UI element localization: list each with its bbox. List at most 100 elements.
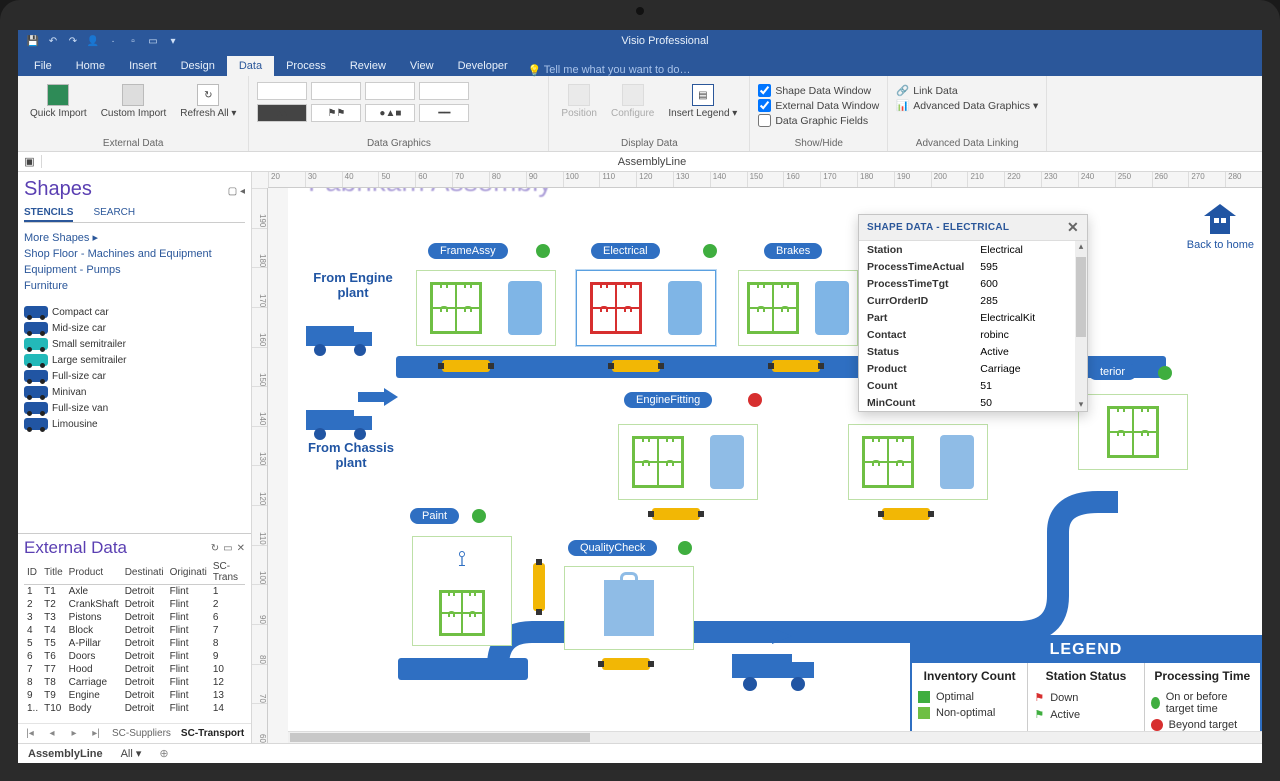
qat-save-icon[interactable]: 💾 — [26, 34, 40, 48]
station-box[interactable] — [848, 424, 988, 500]
table-row[interactable]: 2T2CrankShaftDetroitFlint2 — [24, 598, 245, 611]
shape-data-table[interactable]: StationElectricalProcessTimeActual595Pro… — [859, 241, 1075, 411]
stencil-more-shapes[interactable]: More Shapes ▸ — [24, 229, 245, 246]
station-caption-electrical[interactable]: Electrical — [591, 243, 660, 259]
shape-data-row[interactable]: CurrOrderID285 — [859, 292, 1075, 309]
shape-data-row[interactable]: ProcessTimeTgt600 — [859, 275, 1075, 292]
tab-process[interactable]: Process — [274, 56, 338, 76]
chk-external-data-window[interactable]: External Data Window — [758, 99, 879, 112]
shape-minivan[interactable]: Minivan — [24, 386, 132, 398]
station-paint[interactable]: ⟟ — [412, 536, 512, 646]
qat-undo-icon[interactable]: ↶ — [46, 34, 60, 48]
sheet-nav-last[interactable]: ▸| — [90, 728, 102, 739]
station-brakes[interactable] — [738, 270, 858, 346]
shape-data-row[interactable]: ProcessTimeActual595 — [859, 258, 1075, 275]
station-caption-paint[interactable]: Paint — [410, 508, 459, 524]
table-row[interactable]: 9T9EngineDetroitFlint13 — [24, 689, 245, 702]
link-data-button[interactable]: 🔗 Link Data — [896, 84, 1038, 97]
qat-new-icon[interactable]: ▫ — [126, 34, 140, 48]
ext-data-refresh-icon[interactable]: ↻ — [211, 543, 219, 554]
station-caption-qualitycheck[interactable]: QualityCheck — [568, 540, 657, 556]
insert-legend-button[interactable]: ▤Insert Legend ▾ — [664, 82, 741, 121]
shapes-tab-search[interactable]: SEARCH — [93, 205, 135, 222]
close-icon[interactable]: ✕ — [1067, 219, 1079, 236]
chk-shape-data-window[interactable]: Shape Data Window — [758, 84, 879, 97]
scroll-thumb[interactable] — [1076, 257, 1086, 337]
chk-data-graphic-fields[interactable]: Data Graphic Fields — [758, 114, 879, 127]
table-row[interactable]: 3T3PistonsDetroitFlint6 — [24, 611, 245, 624]
table-row[interactable]: 5T5A-PillarDetroitFlint8 — [24, 637, 245, 650]
shape-large-semitrailer[interactable]: Large semitrailer — [24, 354, 132, 366]
scroll-thumb[interactable] — [290, 733, 590, 742]
stencil-furniture[interactable]: Furniture — [24, 278, 245, 294]
scrollbar-vertical[interactable]: ▴ ▾ — [1075, 241, 1087, 411]
shapes-pane-collapse-icon[interactable]: ▢ ◂ — [228, 186, 245, 197]
data-graphic-gallery[interactable]: ▴▴⚑⚑●▲■━━ — [257, 82, 497, 122]
table-row[interactable]: 8T8CarriageDetroitFlint12 — [24, 676, 245, 689]
scroll-up-icon[interactable]: ▴ — [1075, 241, 1087, 253]
external-data-table[interactable]: IDTitleProductDestinatiOriginatiSC-Trans… — [24, 560, 245, 715]
station-caption-brakes[interactable]: Brakes — [764, 243, 822, 259]
custom-import-button[interactable]: Custom Import — [97, 82, 171, 121]
sheet-sc-transport[interactable]: SC-Transport — [181, 728, 244, 739]
qat-open-icon[interactable]: ▭ — [146, 34, 160, 48]
shape-data-row[interactable]: MinCount50 — [859, 394, 1075, 411]
add-page-icon[interactable]: ⊕ — [159, 747, 168, 760]
shape-limousine[interactable]: Limousine — [24, 418, 132, 430]
shape-data-row[interactable]: Contactrobinc — [859, 326, 1075, 343]
station-qualitycheck[interactable] — [564, 566, 694, 650]
shape-data-window[interactable]: SHAPE DATA - ELECTRICAL✕ StationElectric… — [858, 214, 1088, 412]
shape-data-row[interactable]: PartElectricalKit — [859, 309, 1075, 326]
advanced-data-graphics-button[interactable]: 📊 Advanced Data Graphics ▾ — [896, 99, 1038, 112]
table-row[interactable]: 1T1AxleDetroitFlint1 — [24, 585, 245, 599]
shape-data-row[interactable]: StatusActive — [859, 343, 1075, 360]
scrollbar-horizontal[interactable] — [288, 731, 1262, 743]
tab-data[interactable]: Data — [227, 56, 274, 76]
ext-data-min-icon[interactable]: ▭ — [223, 543, 232, 554]
drawing-canvas[interactable]: 2030405060708090100110120130140150160170… — [252, 172, 1262, 743]
shape-compact-car[interactable]: Compact car — [24, 306, 132, 318]
shape-data-row[interactable]: ProductCarriage — [859, 360, 1075, 377]
shape-data-row[interactable]: Count51 — [859, 377, 1075, 394]
sheet-sc-suppliers[interactable]: SC-Suppliers — [112, 728, 171, 739]
qat-redo-icon[interactable]: ↷ — [66, 34, 80, 48]
shape-mid-size-car[interactable]: Mid-size car — [24, 322, 132, 334]
table-row[interactable]: 1..T10BodyDetroitFlint14 — [24, 702, 245, 715]
station-frameassy[interactable] — [416, 270, 556, 346]
tell-me-search[interactable]: 💡 Tell me what you want to do… — [528, 64, 691, 76]
table-row[interactable]: 7T7HoodDetroitFlint10 — [24, 663, 245, 676]
tab-home[interactable]: Home — [64, 56, 117, 76]
visio-icon[interactable]: ▣ — [18, 155, 42, 168]
shape-data-row[interactable]: StationElectrical — [859, 241, 1075, 258]
page-filter[interactable]: All ▾ — [121, 747, 142, 760]
tab-design[interactable]: Design — [169, 56, 227, 76]
quick-import-button[interactable]: Quick Import — [26, 82, 91, 121]
tab-file[interactable]: File — [22, 56, 64, 76]
tab-review[interactable]: Review — [338, 56, 398, 76]
sheet-nav-next[interactable]: ▸ — [68, 728, 80, 739]
page-tab-assemblyline[interactable]: AssemblyLine — [28, 748, 103, 760]
shape-small-semitrailer[interactable]: Small semitrailer — [24, 338, 132, 350]
shapes-tab-stencils[interactable]: STENCILS — [24, 205, 73, 222]
scroll-down-icon[interactable]: ▾ — [1075, 399, 1087, 411]
station-caption-frameassy[interactable]: FrameAssy — [428, 243, 508, 259]
table-row[interactable]: 4T4BlockDetroitFlint7 — [24, 624, 245, 637]
station-enginefitting[interactable] — [618, 424, 758, 500]
station-exterior[interactable] — [1078, 394, 1188, 470]
sheet-nav-first[interactable]: |◂ — [24, 728, 36, 739]
table-row[interactable]: 6T6DoorsDetroitFlint9 — [24, 650, 245, 663]
station-electrical[interactable] — [576, 270, 716, 346]
shape-full-size-car[interactable]: Full-size car — [24, 370, 132, 382]
sheet-nav-prev[interactable]: ◂ — [46, 728, 58, 739]
shape-full-size-van[interactable]: Full-size van — [24, 402, 132, 414]
qat-touch-icon[interactable]: ▾ — [166, 34, 180, 48]
tab-insert[interactable]: Insert — [117, 56, 169, 76]
ext-data-close-icon[interactable]: ✕ — [237, 543, 245, 554]
drawing-page[interactable]: Fabrikam Assembly Back to home From Engi… — [288, 188, 1262, 743]
stencil-shop-floor[interactable]: Shop Floor - Machines and Equipment — [24, 246, 245, 262]
stencil-equipment-pumps[interactable]: Equipment - Pumps — [24, 262, 245, 278]
station-caption-exterior[interactable]: terior — [1088, 364, 1137, 380]
qat-user-icon[interactable]: 👤 — [86, 34, 100, 48]
tab-view[interactable]: View — [398, 56, 446, 76]
station-caption-enginefitting[interactable]: EngineFitting — [624, 392, 712, 408]
